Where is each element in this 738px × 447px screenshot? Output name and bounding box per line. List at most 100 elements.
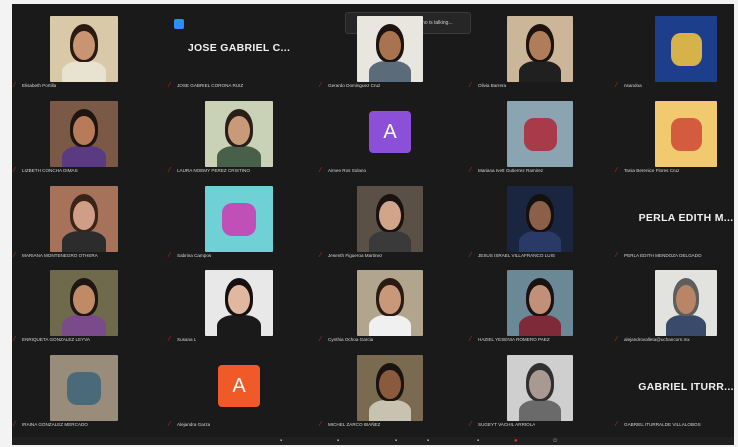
muted-mic-icon: ⁄: [169, 82, 171, 89]
person-face: [676, 284, 696, 314]
participant-tile[interactable]: ⁄ SUGEYT VACHIL ARRIOLA: [470, 351, 610, 431]
participant-video: [357, 16, 423, 82]
participant-tile[interactable]: ⁄ Mariana Ivett Gutierrez Ramirez: [470, 97, 610, 177]
participant-video: [507, 186, 573, 252]
participant-name: GABRIEL ITURRALDE VILLALOBOS: [624, 422, 701, 427]
participant-display-name: JOSE GABRIEL C...: [187, 42, 291, 54]
participant-display-name: GABRIEL ITURR...: [638, 381, 734, 393]
reactions-icon[interactable]: ☺: [552, 438, 560, 444]
participant-avatar: A: [218, 365, 260, 407]
chat-icon[interactable]: ▪: [427, 438, 435, 444]
participant-tile[interactable]: ⁄ Elisabeth Portilla: [14, 12, 154, 92]
muted-mic-icon: ⁄: [14, 421, 16, 428]
participant-name-bar: ⁄ Mariana Ivett Gutierrez Ramirez: [470, 166, 543, 175]
muted-mic-icon: ⁄: [616, 252, 618, 259]
person-face: [529, 284, 551, 314]
muted-mic-icon: ⁄: [14, 336, 16, 343]
person-torso: [368, 230, 412, 252]
participant-name-bar: ⁄ JESUS ISRAEL VILLAFRANCO LUIS: [470, 251, 555, 260]
person-torso: [518, 60, 562, 82]
participant-name-bar: ⁄ LAURA NOEMY PEREZ CRISTINO: [169, 166, 250, 175]
participant-video: [357, 355, 423, 421]
participant-tile[interactable]: JOSE GABRIEL C... ⁄ JOSE GABRIEL CORONA RU…: [169, 12, 309, 92]
person-torso: [217, 314, 261, 336]
muted-mic-icon: ⁄: [470, 167, 472, 174]
participant-tile[interactable]: ⁄ nsandoa: [616, 12, 734, 92]
profile-image-graphic: [670, 32, 702, 66]
participant-tile[interactable]: ⁄ MICHEL ZARCO IBAÑEZ: [320, 351, 460, 431]
participant-tile[interactable]: ⁄ HAZIEL YESENIA ROMERO PAEZ: [470, 266, 610, 346]
participant-tile[interactable]: ⁄ LAURA NOEMY PEREZ CRISTINO: [169, 97, 309, 177]
muted-mic-icon: ⁄: [14, 167, 16, 174]
participant-tile[interactable]: ⁄ Gerardo Dominguez Cruz: [320, 12, 460, 92]
participant-video: [50, 16, 118, 82]
participant-name-bar: ⁄ IRAINA GONZALEZ MERCADO: [14, 420, 88, 429]
participant-name-bar: ⁄ Susana L: [169, 335, 196, 344]
participant-profile-image: [50, 355, 118, 421]
muted-mic-icon: ⁄: [470, 252, 472, 259]
record-icon[interactable]: ●: [514, 438, 522, 444]
person-torso: [62, 314, 106, 336]
participant-tile[interactable]: A ⁄ Alejandra Garza: [169, 351, 309, 431]
participant-tile[interactable]: ⁄ ENRIQUETA GONZALEZ LEYVA: [14, 266, 154, 346]
person-torso: [518, 230, 562, 252]
mute-icon[interactable]: ▪: [280, 438, 288, 444]
person-face: [73, 200, 95, 230]
participant-avatar: A: [369, 111, 411, 153]
muted-mic-icon: ⁄: [616, 167, 618, 174]
participant-tile[interactable]: ⁄ IRAINA GONZALEZ MERCADO: [14, 351, 154, 431]
meeting-toolbar: ▪ ▪ ▪ ▪ ▪ ● ☺: [12, 437, 734, 445]
muted-mic-icon: ⁄: [320, 252, 322, 259]
participant-name-bar: ⁄ MICHEL ZARCO IBAÑEZ: [320, 420, 380, 429]
participant-tile[interactable]: ⁄ Olivia Barrera: [470, 12, 610, 92]
person-face: [529, 369, 551, 399]
profile-image-graphic: [67, 371, 101, 405]
participant-tile[interactable]: ⁄ alejandrovalleta@uchancorn.mx: [616, 266, 734, 346]
person-torso: [217, 145, 261, 167]
person-torso: [62, 145, 106, 167]
participant-name: HAZIEL YESENIA ROMERO PAEZ: [478, 337, 550, 342]
person-torso: [368, 60, 412, 82]
participant-name: Jesenth Figueroa Martinez: [328, 253, 383, 258]
participant-tile[interactable]: ⁄ LIZBETH CONCHA DIMAS: [14, 97, 154, 177]
participant-video: [655, 270, 717, 336]
participant-profile-image: [507, 101, 573, 167]
person-torso: [62, 230, 106, 252]
meeting-gallery-view: Irineo de la Palacios Serrano is talking…: [12, 4, 734, 445]
participant-name-bar: ⁄ Jesenth Figueroa Martinez: [320, 251, 382, 260]
person-face: [379, 200, 401, 230]
participant-tile[interactable]: GABRIEL ITURR... ⁄ GABRIEL ITURRALDE VILLA…: [616, 351, 734, 431]
participant-name-bar: ⁄ nsandoa: [616, 81, 642, 90]
participant-video: [50, 270, 118, 336]
muted-mic-icon: ⁄: [616, 421, 618, 428]
participant-tile[interactable]: ⁄ Tania Berenice Flores Cruz: [616, 97, 734, 177]
participant-name: Mariana Ivett Gutierrez Ramirez: [478, 168, 544, 173]
participant-tile[interactable]: ⁄ JESUS ISRAEL VILLAFRANCO LUIS: [470, 182, 610, 262]
participant-tile[interactable]: ⁄ Jesenth Figueroa Martinez: [320, 182, 460, 262]
share-screen-icon[interactable]: ▪: [477, 438, 485, 444]
muted-mic-icon: ⁄: [169, 252, 171, 259]
participant-video: [50, 101, 118, 167]
participant-name-bar: ⁄ Elisabeth Portilla: [14, 81, 56, 90]
participant-video: [50, 186, 118, 252]
participant-name: LIZBETH CONCHA DIMAS: [22, 168, 78, 173]
participant-name: Elisabeth Portilla: [22, 83, 57, 88]
participant-tile[interactable]: ⁄ Sabrina Campos: [169, 182, 309, 262]
participant-tile[interactable]: ⁄ Cynthia Ochoa Garcia: [320, 266, 460, 346]
participants-icon[interactable]: ▪: [395, 438, 403, 444]
muted-mic-icon: ⁄: [320, 167, 322, 174]
participant-tile[interactable]: A ⁄ Aimee Ros Solano: [320, 97, 460, 177]
participant-tile[interactable]: PERLA EDITH M... ⁄ PERLA EDITH MENDOZA DEL…: [616, 182, 734, 262]
participant-name-bar: ⁄ SUGEYT VACHIL ARRIOLA: [470, 420, 535, 429]
participant-name: Alejandra Garza: [177, 422, 211, 427]
participant-tile[interactable]: ⁄ Susana L: [169, 266, 309, 346]
video-icon[interactable]: ▪: [337, 438, 345, 444]
participant-name: IRAINA GONZALEZ MERCADO: [22, 422, 88, 427]
participant-name: Aimee Ros Solano: [328, 168, 367, 173]
participant-tile[interactable]: ⁄ MARIANA MONTENEGRO OTHERA: [14, 182, 154, 262]
person-torso: [518, 314, 562, 336]
muted-mic-icon: ⁄: [320, 421, 322, 428]
participant-name-bar: ⁄ Tania Berenice Flores Cruz: [616, 166, 679, 175]
profile-image-graphic: [222, 202, 256, 236]
profile-image-graphic: [670, 117, 702, 151]
